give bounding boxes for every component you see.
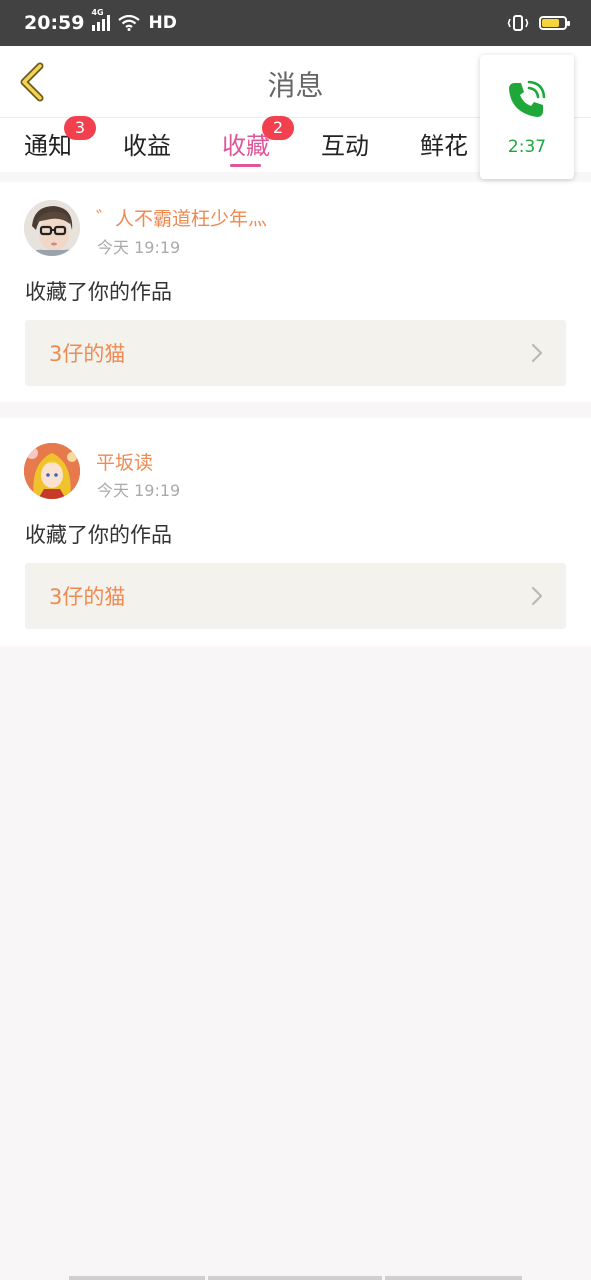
battery-icon	[539, 16, 570, 30]
status-left: 20:59 4G HD	[24, 8, 177, 34]
tab-label: 通知	[24, 132, 72, 160]
tab-label: 收益	[123, 132, 171, 160]
username[interactable]: 平坂读	[96, 448, 153, 475]
username[interactable]: ゛人不霸道枉少年灬	[96, 204, 267, 231]
work-link[interactable]: 3仔的猫	[25, 563, 566, 629]
tab-flowers[interactable]: 鲜花	[420, 126, 468, 161]
ongoing-call-widget[interactable]: 2:37	[480, 55, 574, 179]
action-text: 收藏了你的作品	[25, 280, 172, 304]
hd-indicator: HD	[148, 13, 177, 33]
avatar[interactable]	[24, 443, 80, 499]
status-right	[507, 14, 570, 32]
action-text: 收藏了你的作品	[25, 523, 172, 547]
vibrate-icon	[507, 15, 529, 31]
tab-label: 收藏	[222, 132, 270, 160]
gesture-bar-right[interactable]	[385, 1276, 522, 1280]
avatar-image	[24, 200, 80, 256]
timestamp: 今天 19:19	[97, 238, 181, 257]
unread-badge: 3	[64, 116, 96, 140]
phone-icon	[509, 80, 546, 117]
chevron-right-icon	[531, 586, 543, 606]
status-time: 20:59	[24, 12, 85, 34]
tab-interactions[interactable]: 互动	[321, 126, 369, 161]
avatar-image	[24, 443, 80, 499]
work-link[interactable]: 3仔的猫	[25, 320, 566, 386]
call-duration: 2:37	[507, 137, 547, 157]
chevron-right-icon	[531, 343, 543, 363]
gesture-bar-center[interactable]	[208, 1276, 382, 1280]
work-title: 3仔的猫	[49, 585, 126, 609]
tab-label: 鲜花	[420, 132, 468, 160]
message-card: ゛人不霸道枉少年灬 今天 19:19 收藏了你的作品 3仔的猫	[0, 182, 591, 402]
tab-favorites[interactable]: 收藏 2	[222, 116, 294, 161]
wifi-icon	[118, 15, 141, 31]
tab-earnings[interactable]: 收益	[123, 126, 171, 161]
message-card: 平坂读 今天 19:19 收藏了你的作品 3仔的猫	[0, 418, 591, 646]
active-tab-indicator	[230, 164, 261, 167]
tab-notifications[interactable]: 通知 3	[24, 116, 96, 161]
work-title: 3仔的猫	[49, 342, 126, 366]
cellular-signal-icon: 4G	[91, 8, 111, 31]
timestamp: 今天 19:19	[97, 481, 181, 500]
gesture-bar-left[interactable]	[69, 1276, 205, 1280]
unread-badge: 2	[262, 116, 294, 140]
status-bar: 20:59 4G HD	[0, 0, 591, 46]
messages-page: 20:59 4G HD 消息 通知 3 收益 收藏 2 互动 鲜花 ゛人不霸道枉…	[0, 0, 591, 1280]
tab-label: 互动	[321, 132, 369, 160]
avatar[interactable]	[24, 200, 80, 256]
network-type: 4G	[91, 8, 104, 17]
